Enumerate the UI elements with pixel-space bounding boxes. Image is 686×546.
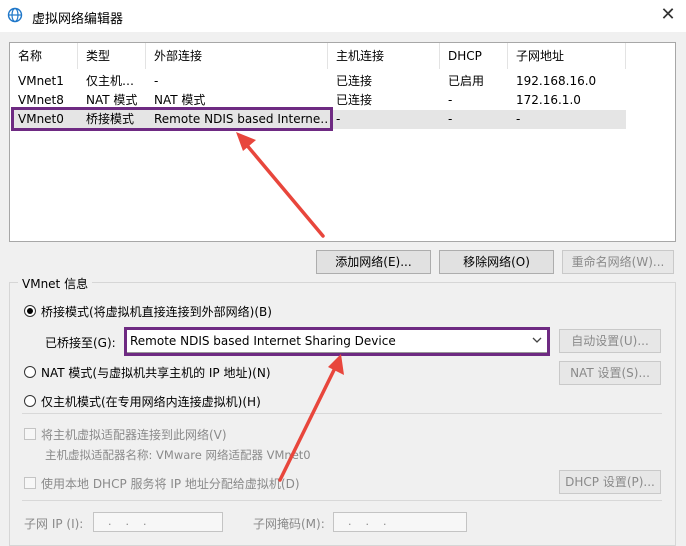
annotation-arrow-down [278,354,344,482]
annotation-arrow-up [236,132,325,238]
annotation-arrows [236,132,344,482]
